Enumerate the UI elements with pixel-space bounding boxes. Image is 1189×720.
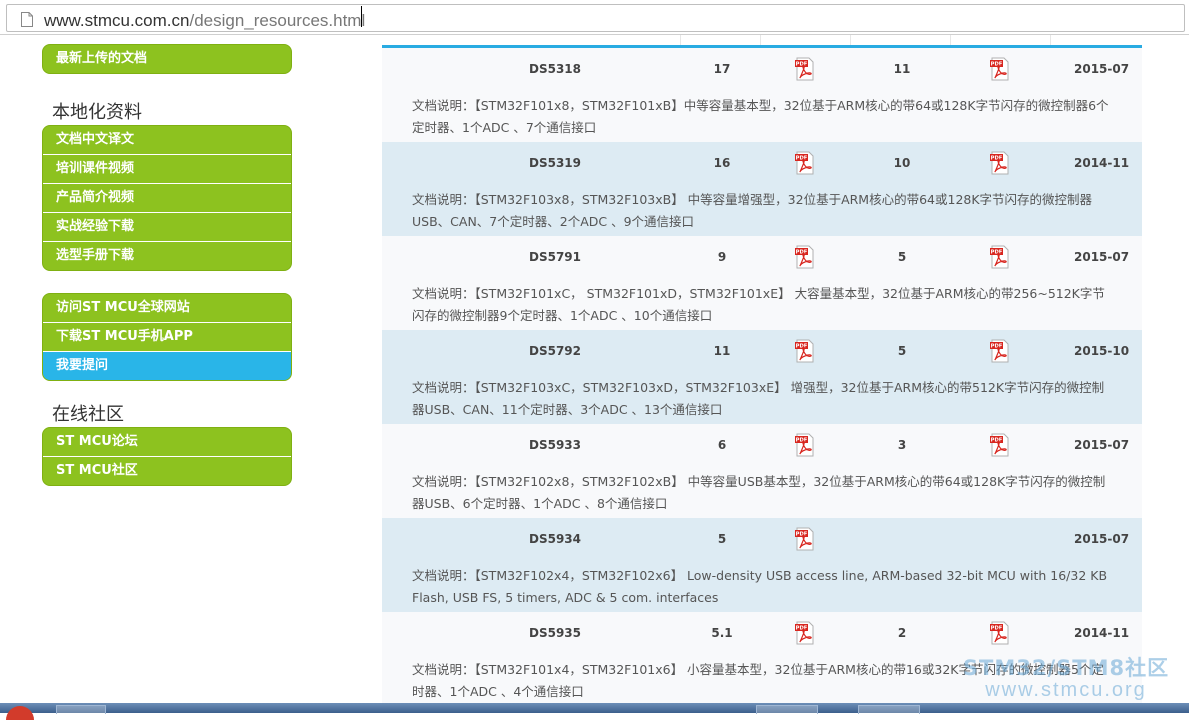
table-row: DS5319 16 PDF 10 PDF 2014-11 文档说明：【STM32F103x8… <box>382 142 1142 236</box>
cn-page-count: 2 <box>897 626 907 640</box>
doc-number: DS5934 <box>529 532 582 546</box>
doc-number: DS5791 <box>529 250 582 264</box>
pdf-file-icon[interactable]: PDF <box>794 151 816 175</box>
watermark: STM32/STM8社区 www.stmcu.org <box>948 652 1184 702</box>
svg-text:PDF: PDF <box>796 532 808 538</box>
svg-text:PDF: PDF <box>991 156 1003 162</box>
pdf-file-icon[interactable]: PDF <box>989 151 1011 175</box>
doc-date: 2014-11 <box>1074 156 1130 170</box>
watermark-title: STM32/STM8社区 <box>962 656 1170 680</box>
pdf-file-icon[interactable]: PDF <box>794 433 816 457</box>
sidebar-menu-item[interactable]: 培训课件视频 <box>43 154 291 183</box>
table-row: DS5792 11 PDF 5 PDF 2015-10 文档说明：【STM32F103xC，… <box>382 330 1142 424</box>
doc-description: 文档说明：【STM32F102x4，STM32F102x6】 Low-densi… <box>412 568 1108 605</box>
sidebar-menu-item[interactable]: ST MCU论坛 <box>43 428 291 456</box>
doc-date: 2015-07 <box>1074 250 1130 264</box>
url-text[interactable]: www.stmcu.com.cn/design_resources.html <box>44 11 365 31</box>
doc-number: DS5935 <box>529 626 582 640</box>
url-path: /design_resources.html <box>189 11 366 30</box>
en-page-count: 5 <box>717 532 727 546</box>
sidebar-menu-item[interactable]: 下载ST MCU手机APP <box>43 322 291 351</box>
sidebar-menu-item[interactable]: 最新上传的文档 <box>43 45 291 73</box>
cn-page-count: 10 <box>893 156 911 170</box>
svg-text:PDF: PDF <box>796 344 808 350</box>
sidebar-menu-item[interactable]: 文档中文译文 <box>43 126 291 154</box>
table-rows: DS5318 17 PDF 11 PDF 2015-07 文档说明：【STM32F101x8… <box>382 48 1142 705</box>
url-field[interactable]: www.stmcu.com.cn/design_resources.html <box>6 4 1185 32</box>
doc-number: DS5933 <box>529 438 582 452</box>
pdf-file-icon[interactable]: PDF <box>989 339 1011 363</box>
svg-text:PDF: PDF <box>796 156 808 162</box>
en-page-count: 9 <box>717 250 727 264</box>
table-row: DS5791 9 PDF 5 PDF 2015-07 文档说明：【STM32F101xC， … <box>382 236 1142 330</box>
pdf-file-icon[interactable]: PDF <box>989 621 1011 645</box>
en-page-count: 5.1 <box>711 626 733 640</box>
external-links-menu: 访问ST MCU全球网站 下载ST MCU手机APP 我要提问 <box>42 293 292 381</box>
taskbar <box>0 703 1189 713</box>
pdf-file-icon[interactable]: PDF <box>794 621 816 645</box>
online-community-title: 在线社区 <box>52 404 124 425</box>
cn-page-count: 11 <box>893 62 911 76</box>
table-header-strip <box>382 35 1142 45</box>
svg-text:PDF: PDF <box>796 250 808 256</box>
community-menu: ST MCU论坛 ST MCU社区 <box>42 427 292 486</box>
doc-number: DS5319 <box>529 156 582 170</box>
doc-date: 2015-07 <box>1074 532 1130 546</box>
table-row: DS5933 6 PDF 3 PDF 2015-07 文档说明：【STM32F102x8，S… <box>382 424 1142 518</box>
pdf-file-icon[interactable]: PDF <box>794 339 816 363</box>
pdf-file-icon[interactable]: PDF <box>989 57 1011 81</box>
sidebar-menu-item[interactable]: 选型手册下载 <box>43 241 291 270</box>
pdf-file-icon[interactable]: PDF <box>794 245 816 269</box>
svg-text:PDF: PDF <box>796 438 808 444</box>
pdf-file-icon[interactable]: PDF <box>794 57 816 81</box>
svg-text:PDF: PDF <box>796 626 808 632</box>
sidebar-menu-item[interactable]: 产品简介视频 <box>43 183 291 212</box>
doc-number: DS5792 <box>529 344 582 358</box>
sidebar-menu-item[interactable]: ST MCU社区 <box>43 456 291 485</box>
doc-description: 文档说明：【STM32F103x8，STM32F103xB】 中等容量增强型，3… <box>412 192 1093 229</box>
doc-number: DS5318 <box>529 62 582 76</box>
sidebar-menu-item[interactable]: 实战经验下载 <box>43 212 291 241</box>
localized-resources-title: 本地化资料 <box>52 102 142 123</box>
svg-text:PDF: PDF <box>991 438 1003 444</box>
table-row: DS5934 5 PDF 2015-07 文档说明：【STM32F102x4，STM32… <box>382 518 1142 612</box>
sidebar-menu-item[interactable]: 访问ST MCU全球网站 <box>43 294 291 322</box>
pdf-file-icon[interactable]: PDF <box>989 433 1011 457</box>
watermark-url: www.stmcu.org <box>985 679 1147 701</box>
doc-date: 2015-07 <box>1074 438 1130 452</box>
cn-page-count: 5 <box>897 344 907 358</box>
en-page-count: 6 <box>717 438 727 452</box>
localized-resources-menu: 文档中文译文 培训课件视频 产品简介视频 实战经验下载 选型手册下载 <box>42 125 292 271</box>
doc-date: 2014-11 <box>1074 626 1130 640</box>
document-table: DS5318 17 PDF 11 PDF 2015-07 文档说明：【STM32F101x8… <box>382 35 1142 705</box>
page-icon <box>21 12 33 27</box>
svg-text:PDF: PDF <box>991 344 1003 350</box>
doc-description: 文档说明：【STM32F101x8，STM32F101xB】中等容量基本型，32… <box>412 98 1109 135</box>
doc-description: 文档说明：【STM32F103xC，STM32F103xD，STM32F103x… <box>412 380 1105 417</box>
en-page-count: 17 <box>713 62 731 76</box>
pdf-file-icon[interactable]: PDF <box>794 527 816 551</box>
url-host: www.stmcu.com.cn <box>44 11 190 30</box>
en-page-count: 11 <box>713 344 731 358</box>
sidebar-menu-item[interactable]: 我要提问 <box>43 351 291 380</box>
latest-docs-menu: 最新上传的文档 <box>42 44 292 74</box>
cn-page-count: 3 <box>897 438 907 452</box>
address-bar: www.stmcu.com.cn/design_resources.html <box>0 0 1189 35</box>
svg-text:PDF: PDF <box>991 626 1003 632</box>
svg-text:PDF: PDF <box>796 62 808 68</box>
en-page-count: 16 <box>713 156 731 170</box>
text-caret <box>361 6 362 27</box>
sidebar: 最新上传的文档 本地化资料 文档中文译文 培训课件视频 产品简介视频 实战经验下载 选型… <box>0 35 380 705</box>
doc-description: 文档说明：【STM32F102x8，STM32F102xB】 中等容量USB基本… <box>412 474 1106 511</box>
doc-date: 2015-10 <box>1074 344 1130 358</box>
doc-description: 文档说明：【STM32F101xC， STM32F101xD，STM32F101… <box>412 286 1105 323</box>
cn-page-count: 5 <box>897 250 907 264</box>
svg-text:PDF: PDF <box>991 250 1003 256</box>
doc-date: 2015-07 <box>1074 62 1130 76</box>
svg-text:PDF: PDF <box>991 62 1003 68</box>
pdf-file-icon[interactable]: PDF <box>989 245 1011 269</box>
table-row: DS5318 17 PDF 11 PDF 2015-07 文档说明：【STM32F101x8… <box>382 48 1142 142</box>
